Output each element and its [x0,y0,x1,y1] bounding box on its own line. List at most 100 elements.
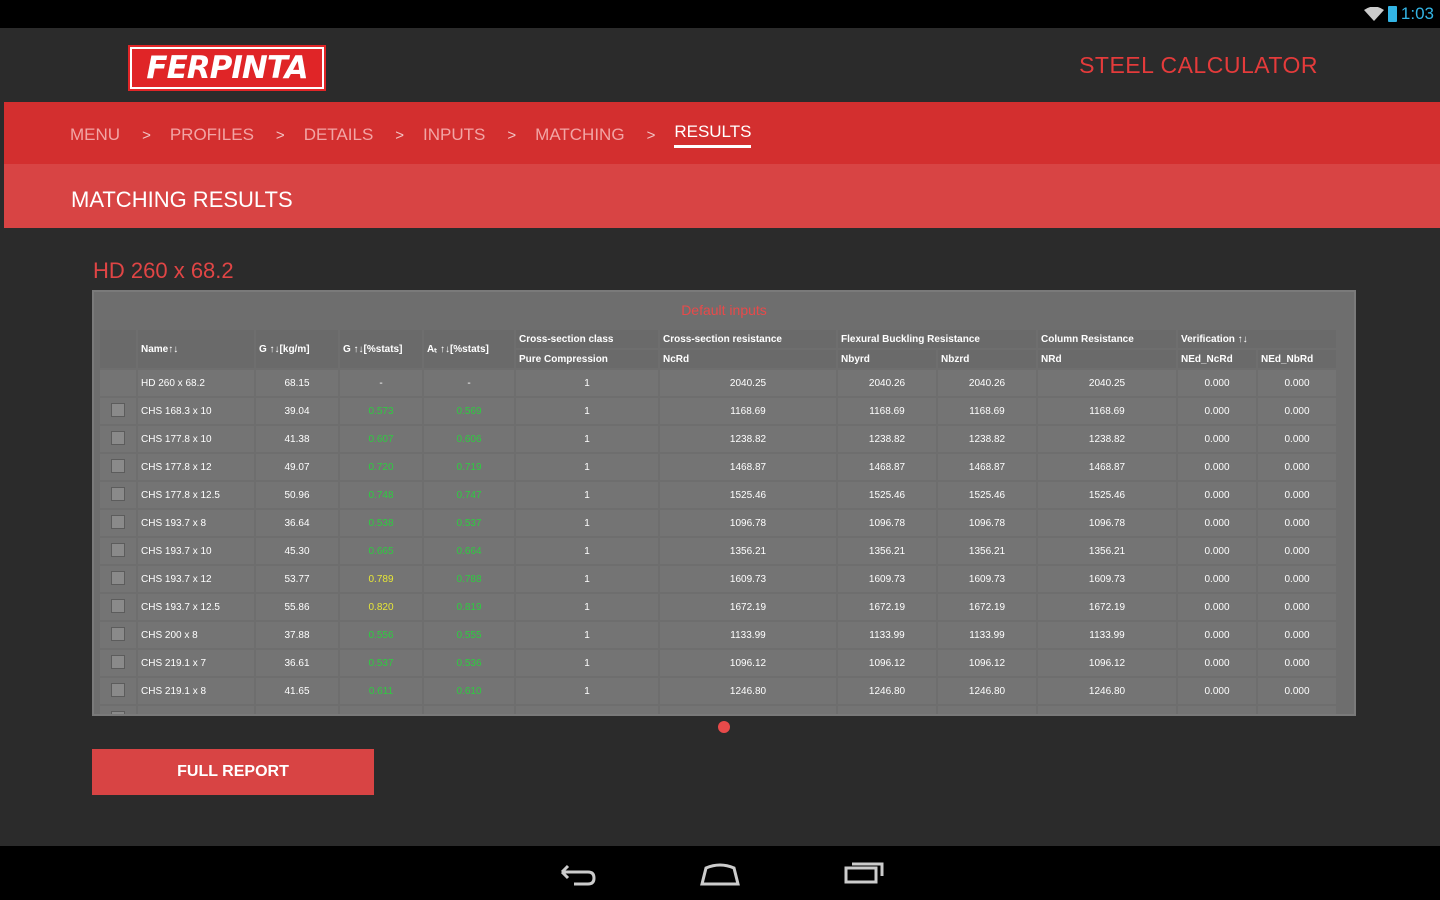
cell-gp: 0.538 [340,510,422,536]
row-select-cell [100,482,136,508]
breadcrumb-results[interactable]: RESULTS [674,122,752,148]
table-row[interactable]: HD 260 x 68.2 68.15- -1 2040.25 2040.26 2040.… [100,370,1336,396]
breadcrumb-separator: > [275,126,285,144]
cell-nbz: 1543.77 [938,706,1036,714]
cell-nby: 1238.82 [838,426,936,452]
table-row[interactable]: CHS 177.8 x 10 41.38 0.607 0.606 1 1238.82 123… [100,426,1336,452]
table-row[interactable]: CHS 193.7 x 10 45.30 0.665 0.664 1 1356.21 135… [100,538,1336,564]
cell-nby: 1672.19 [838,594,936,620]
breadcrumb-separator: > [646,126,656,144]
cell-cls: 1 [516,398,658,424]
cell-nrd: 1096.12 [1038,650,1176,676]
row-checkbox[interactable] [111,626,125,641]
cell-name: CHS 177.8 x 12.5 [138,482,254,508]
system-nav-bar [0,846,1440,900]
cell-cls: 1 [516,454,658,480]
column-header[interactable]: G ↑↓[%stats] [340,330,422,368]
row-checkbox[interactable] [111,402,125,417]
breadcrumb-menu[interactable]: MENU [70,125,120,145]
row-checkbox[interactable] [111,458,125,473]
row-checkbox[interactable] [111,710,125,714]
cell-v1: 0.000 [1178,622,1256,648]
table-row[interactable]: CHS 219.1 x 1051.570.7570.75611543.77154… [100,706,1336,714]
cell-v1: 0.000 [1178,538,1256,564]
cell-v1: 0.000 [1178,566,1256,592]
cell-nbz: 2040.26 [938,370,1036,396]
cell-v2: 0.000 [1258,482,1336,508]
results-table-container[interactable]: Default inputs Name↑↓ G ↑↓[kg/m] G ↑↓[%sta… [92,290,1356,716]
cell-name: CHS 193.7 x 12.5 [138,594,254,620]
cell-g: 41.38 [256,426,338,452]
cell-gp: 0.720 [340,454,422,480]
status-time: 1:03 [1400,4,1434,23]
breadcrumb-matching[interactable]: MATCHING [535,125,624,145]
cell-v2: 0.000 [1258,594,1336,620]
table-title: Default inputs [681,302,767,318]
cell-ap: 0.555 [424,622,514,648]
back-icon[interactable] [554,858,598,888]
cell-nrd: 1468.87 [1038,454,1176,480]
cell-cls: 1 [516,482,658,508]
cell-nrd: 2040.25 [1038,370,1176,396]
recents-icon[interactable] [842,858,886,888]
row-checkbox[interactable] [111,598,125,613]
cell-nbz: 1096.78 [938,510,1036,536]
cell-name: CHS 193.7 x 12 [138,566,254,592]
cell-nbz: 1525.46 [938,482,1036,508]
sub-header: NEd_NbRd [1258,350,1336,368]
cell-name: CHS 193.7 x 8 [138,510,254,536]
cell-v2: 0.000 [1258,370,1336,396]
cell-v2: 0.000 [1258,538,1336,564]
cell-nby: 2040.26 [838,370,936,396]
column-header[interactable]: G ↑↓[kg/m] [256,330,338,368]
breadcrumb-inputs[interactable]: INPUTS [423,125,485,145]
breadcrumb-nav: MENU > PROFILES > DETAILS > INPUTS > MATCHING > RE… [4,102,1440,164]
cell-cls: 1 [516,510,658,536]
sub-header: Pure Compression [516,350,658,368]
cell-nrd: 1543.77 [1038,706,1176,714]
cell-g: 50.96 [256,482,338,508]
cell-name: CHS 177.8 x 12 [138,454,254,480]
cell-nbz: 1468.87 [938,454,1036,480]
table-row[interactable]: CHS 168.3 x 10 39.04 0.573 0.569 1 1168.69 116… [100,398,1336,424]
table-row[interactable]: CHS 219.1 x 8 41.65 0.611 0.610 1 1246.80 1246… [100,678,1336,704]
results-table: Name↑↓ G ↑↓[kg/m] G ↑↓[%stats] Aₜ ↑↓[%stats… [98,328,1338,714]
row-checkbox[interactable] [111,542,125,557]
row-select-cell [100,650,136,676]
row-checkbox[interactable] [111,514,125,529]
column-header[interactable]: Name↑↓ [138,330,254,368]
app-title: STEEL CALCULATOR [1079,52,1318,78]
row-checkbox[interactable] [111,430,125,445]
cell-nby: 1246.80 [838,678,936,704]
table-row[interactable]: CHS 200 x 8 37.88 0.556 0.555 1 1133.99 1133.9… [100,622,1336,648]
table-row[interactable]: CHS 193.7 x 8 36.64 0.538 0.537 1 1096.78 1096… [100,510,1336,536]
cell-gp: 0.820 [340,594,422,620]
group-header: Cross-section class [516,330,658,348]
row-checkbox[interactable] [111,654,125,669]
breadcrumb: MENU > PROFILES > DETAILS > INPUTS > MATCHING > RE… [70,122,752,148]
home-icon[interactable] [698,858,742,888]
cell-v1: 0.000 [1178,510,1256,536]
row-checkbox[interactable] [111,570,125,585]
cell-nrd: 1672.19 [1038,594,1176,620]
table-row[interactable]: CHS 177.8 x 12.5 50.96 0.748 0.747 1 1525.46 1… [100,482,1336,508]
cell-gp: 0.748 [340,482,422,508]
row-select-cell [100,370,136,396]
table-row[interactable]: CHS 177.8 x 12 49.07 0.720 0.719 1 1468.87 146… [100,454,1336,480]
full-report-button[interactable]: FULL REPORT [92,749,374,795]
row-checkbox[interactable] [111,682,125,697]
table-row[interactable]: CHS 193.7 x 12.5 55.86 0.820 0.819 1 1672.19 1… [100,594,1336,620]
cell-g: 37.88 [256,622,338,648]
cell-nrd: 1238.82 [1038,426,1176,452]
breadcrumb-profiles[interactable]: PROFILES [170,125,254,145]
cell-name: HD 260 x 68.2 [138,370,254,396]
cell-nrd: 1246.80 [1038,678,1176,704]
column-header[interactable]: Aₜ ↑↓[%stats] [424,330,514,368]
cell-ap: 0.788 [424,566,514,592]
row-checkbox[interactable] [111,486,125,501]
table-row[interactable]: CHS 193.7 x 12 53.77 0.789 0.788 1 1609.73 160… [100,566,1336,592]
breadcrumb-details[interactable]: DETAILS [304,125,374,145]
cell-v2: 0.000 [1258,398,1336,424]
table-row[interactable]: CHS 219.1 x 7 36.61 0.537 0.536 1 1096.12 1096… [100,650,1336,676]
row-select-cell [100,706,136,714]
